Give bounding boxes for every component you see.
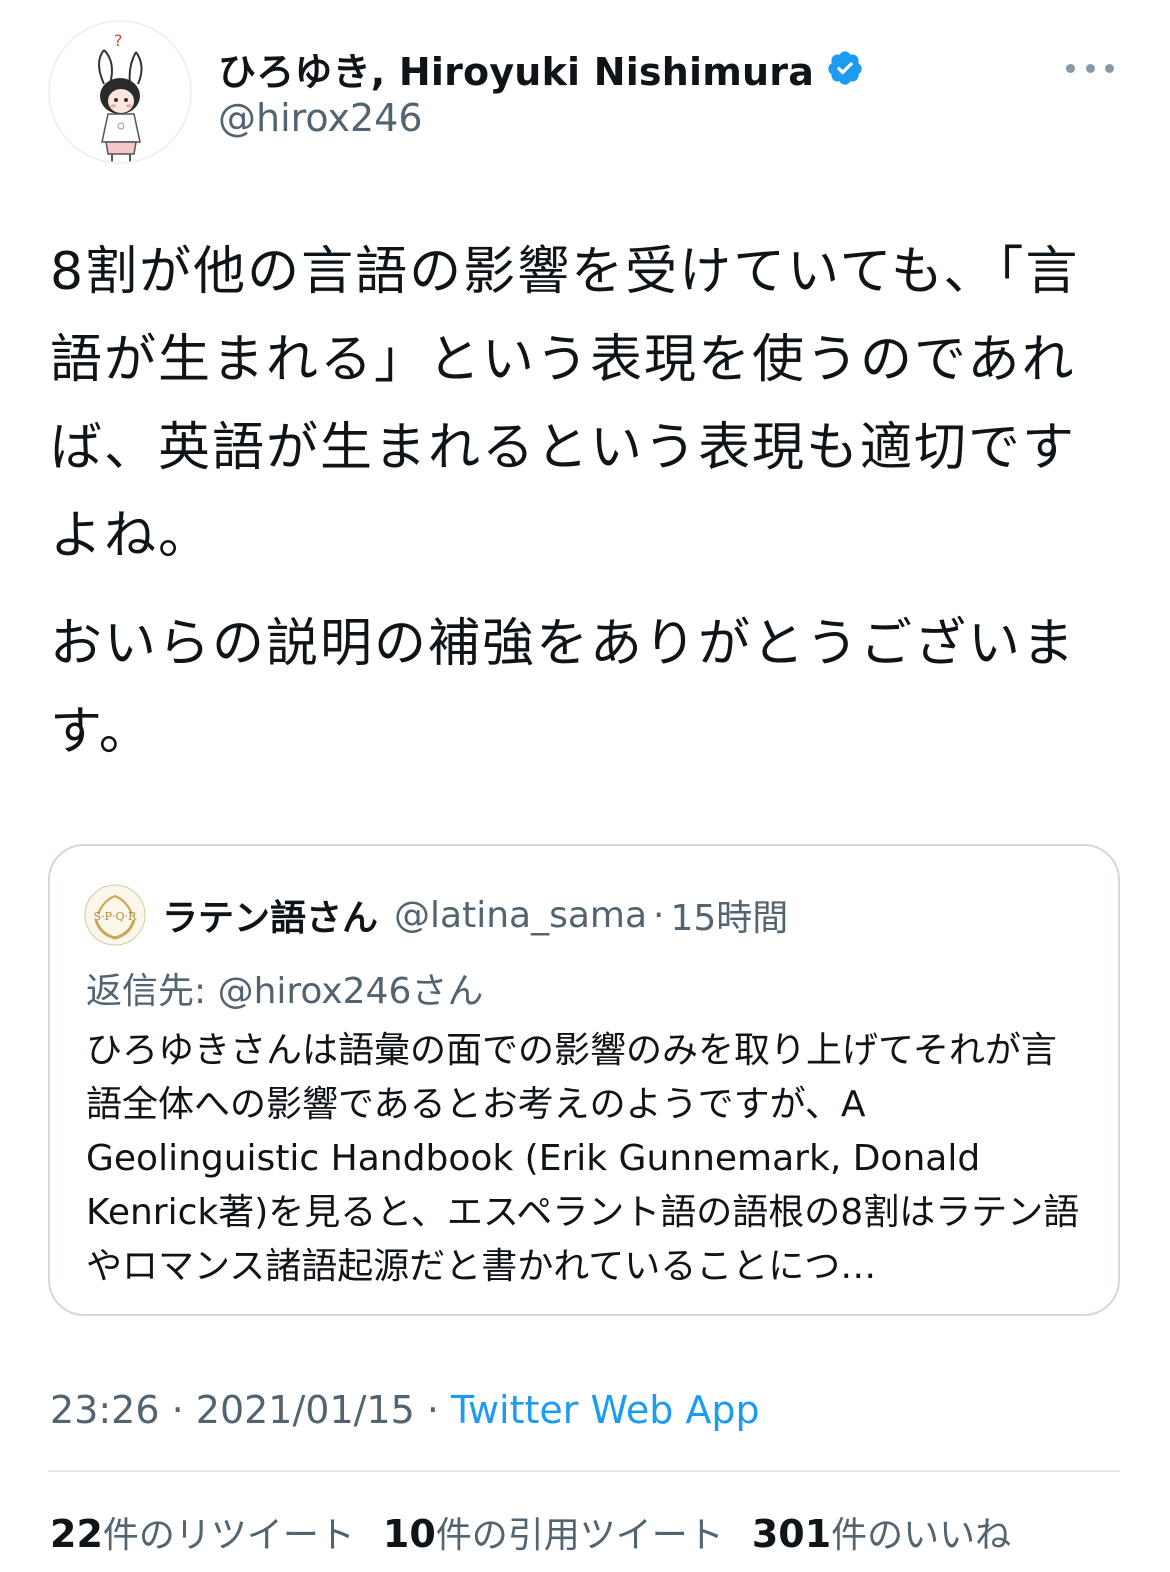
separator-dot: · xyxy=(159,1388,196,1432)
quoted-text: ひろゆきさんは語彙の面での影響のみを取り上げてそれが言語全体への影響であるとお考… xyxy=(86,1030,1080,1287)
reply-to-line: 返信先: @hirox246さん xyxy=(86,962,483,1014)
quoted-timestamp[interactable]: 15時間 xyxy=(670,889,788,941)
tweet-date[interactable]: 2021/01/15 xyxy=(196,1388,415,1432)
likes-count[interactable]: 301 件のいいね xyxy=(752,1506,1011,1558)
more-options-icon[interactable] xyxy=(1066,50,1114,86)
quotes-label: 件の引用ツイート xyxy=(435,1515,724,1556)
likes-number: 301 xyxy=(751,1512,832,1556)
tweet-paragraph: おいらの説明の補強をありがとうございます。 xyxy=(50,614,1077,762)
author-handle[interactable]: @hirox246 xyxy=(218,96,423,140)
author-name-row[interactable]: ひろゆき, Hiroyuki Nishimura xyxy=(218,42,864,94)
quoted-header: ラテン語さん @latina_sama · 15時間 xyxy=(162,884,788,946)
quoted-display-name[interactable]: ラテン語さん xyxy=(162,889,378,941)
tweet-source-link[interactable]: Twitter Web App xyxy=(451,1388,760,1432)
quotes-count[interactable]: 10 件の引用ツイート xyxy=(383,1506,724,1558)
spqr-laurel-icon: S·P·Q·R xyxy=(84,884,146,946)
quotes-number: 10 xyxy=(382,1512,436,1556)
tweet-time[interactable]: 23:26 xyxy=(50,1388,160,1432)
verified-badge-icon xyxy=(826,49,864,87)
retweets-number: 22 xyxy=(50,1512,103,1556)
quoted-author-avatar[interactable]: S·P·Q·R xyxy=(84,884,146,946)
likes-label: 件のいいね xyxy=(831,1515,1012,1556)
divider xyxy=(48,1470,1120,1472)
tweet-meta: 23:26 · 2021/01/15 · Twitter Web App xyxy=(50,1388,760,1432)
reply-prefix: 返信先: xyxy=(86,971,218,1012)
quoted-handle[interactable]: @latina_sama xyxy=(394,895,647,936)
tweet-text: 8割が他の言語の影響を受けていても、「言語が生まれる」という表現を使うのであれば… xyxy=(50,228,1125,776)
more-dot xyxy=(1105,63,1114,73)
author-avatar[interactable]: ? xyxy=(48,20,192,164)
tweet-detail: ? ひろゆき, Hiroyuki Nishimura @hirox246 8割が… xyxy=(0,0,1170,1572)
separator-dot: · xyxy=(653,894,665,936)
more-dot xyxy=(1066,63,1075,73)
svg-text:?: ? xyxy=(114,31,123,50)
author-display-name[interactable]: ひろゆき, Hiroyuki Nishimura xyxy=(218,41,814,96)
reply-mention[interactable]: @hirox246さん xyxy=(218,971,484,1012)
svg-text:S·P·Q·R: S·P·Q·R xyxy=(94,910,137,923)
separator-dot: · xyxy=(414,1388,452,1432)
retweets-count[interactable]: 22 件のリツイート xyxy=(50,1506,355,1558)
retweets-label: 件のリツイート xyxy=(102,1515,355,1556)
quoted-tweet[interactable]: S·P·Q·R ラテン語さん @latina_sama · 15時間 返信先: … xyxy=(48,844,1120,1316)
anime-character-avatar-icon: ? xyxy=(98,31,143,162)
more-dot xyxy=(1085,63,1095,73)
tweet-stats: 22 件のリツイート 10 件の引用ツイート 301 件のいいね xyxy=(50,1506,1039,1558)
tweet-paragraph: 8割が他の言語の影響を受けていても、「言語が生まれる」という表現を使うのであれば… xyxy=(50,242,1080,566)
